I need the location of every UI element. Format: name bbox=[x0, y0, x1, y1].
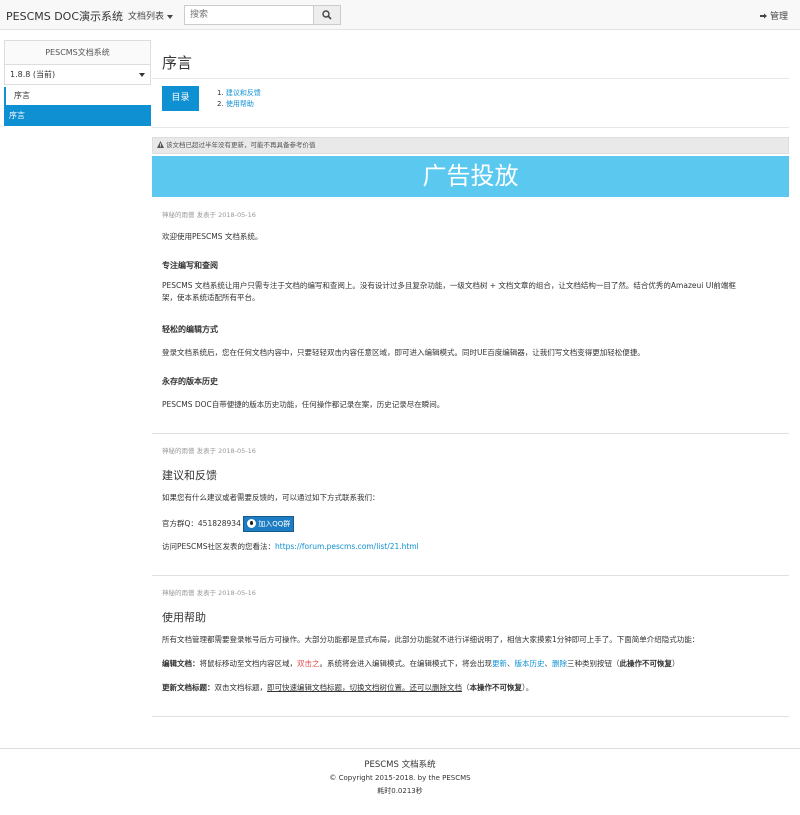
doc-list-label: 文档列表 bbox=[128, 12, 165, 22]
divider bbox=[152, 127, 789, 128]
qq-icon bbox=[247, 519, 257, 528]
ad-banner[interactable]: 广告投放 bbox=[152, 156, 789, 197]
warning-text: 该文档已超过半年没有更新，可能不再具备参考价值 bbox=[166, 141, 316, 149]
article-meta: 神秘的雨僧 发表于 2018-05-16 bbox=[162, 447, 256, 455]
paragraph: 所有文档管理都需要登录帐号后方可操作。大部分功能都是显式布局，此部分功能就不进行… bbox=[162, 635, 700, 644]
paragraph: PESCMS DOC自带便捷的版本历史功能，任何操作都记录在案，历史记录尽在瞬间… bbox=[162, 400, 445, 409]
top-navbar: PESCMS DOC演示系统 文档列表 管理 bbox=[0, 0, 800, 30]
version-value: 1.8.8 (当前) bbox=[10, 70, 56, 79]
qq-group-line: 官方群Q：451828934 加入QQ群 bbox=[162, 516, 295, 532]
search-button[interactable] bbox=[313, 5, 341, 25]
section-divider bbox=[152, 716, 789, 717]
toc-link-feedback[interactable]: 建议和反馈 bbox=[226, 89, 261, 97]
footer-timing: 耗时0.0213秒 bbox=[377, 787, 423, 795]
warning-icon bbox=[157, 141, 164, 148]
paragraph: 如果您有什么建议或者需要反馈的，可以通过如下方式联系我们： bbox=[162, 493, 380, 502]
page-title: 序言 bbox=[162, 54, 193, 72]
sidebar-item-tree-preface[interactable]: 序言 bbox=[4, 87, 151, 105]
subheading: 专注编写和查阅 bbox=[162, 261, 218, 270]
outdated-warning: 该文档已超过半年没有更新，可能不再具备参考价值 bbox=[152, 137, 789, 154]
divider bbox=[152, 78, 789, 79]
footer-copyright: © Copyright 2015-2018. by the PESCMS bbox=[329, 774, 471, 782]
admin-label: 管理 bbox=[769, 12, 788, 22]
join-qq-button[interactable]: 加入QQ群 bbox=[243, 516, 295, 532]
admin-link[interactable]: 管理 bbox=[759, 9, 788, 22]
brand-title[interactable]: PESCMS DOC演示系统 bbox=[6, 8, 123, 24]
toc-item: 2. 使用帮助 bbox=[217, 100, 254, 108]
paragraph: PESCMS 文档系统让用户只需专注于文档的编写和查阅上。没有设计过多且复杂功能… bbox=[162, 281, 736, 302]
version-select[interactable]: 1.8.8 (当前) bbox=[4, 65, 151, 85]
search-icon bbox=[322, 10, 332, 20]
caret-down-icon bbox=[139, 73, 145, 77]
edit-title-line: 更新文档标题：双击文档标题，即可快速编辑文档标题，切换文档树位置。还可以删除文档… bbox=[162, 683, 534, 692]
subheading: 永存的版本历史 bbox=[162, 377, 218, 386]
article-meta: 神秘的雨僧 发表于 2018-05-16 bbox=[162, 211, 256, 219]
doc-list-dropdown[interactable]: 文档列表 bbox=[128, 9, 174, 22]
section-title: 使用帮助 bbox=[162, 611, 206, 624]
section-divider bbox=[152, 575, 789, 576]
sidebar-title: PESCMS文档系统 bbox=[4, 40, 151, 65]
paragraph: 访问PESCMS社区发表的您看法：https://forum.pescms.co… bbox=[162, 542, 419, 551]
toc-list: 1. 建议和反馈 2. 使用帮助 bbox=[217, 88, 261, 110]
toc-button[interactable]: 目录 bbox=[162, 86, 199, 111]
toc-item: 1. 建议和反馈 bbox=[217, 89, 261, 97]
toc-link-help[interactable]: 使用帮助 bbox=[226, 100, 254, 108]
paragraph: 登录文档系统后，您在任何文档内容中，只要轻轻双击内容任意区域，即可进入编辑模式。… bbox=[162, 348, 645, 357]
subheading: 轻松的编辑方式 bbox=[162, 325, 218, 334]
edit-doc-line: 编辑文档：将鼠标移动至文档内容区域，双击之。系统将会进入编辑模式。在编辑模式下，… bbox=[162, 659, 680, 668]
section-title: 建议和反馈 bbox=[162, 469, 217, 482]
intro-text: 欢迎使用PESCMS 文档系统。 bbox=[162, 232, 263, 241]
sidebar: PESCMS文档系统 1.8.8 (当前) 序言 序言 bbox=[4, 40, 151, 126]
sign-in-icon bbox=[759, 13, 767, 19]
sidebar-item-preface-active[interactable]: 序言 bbox=[4, 105, 151, 126]
qq-group-label: 官方群Q：451828934 bbox=[162, 519, 241, 528]
footer: PESCMS 文档系统 © Copyright 2015-2018. by th… bbox=[0, 748, 800, 815]
caret-down-icon bbox=[167, 14, 174, 19]
forum-link[interactable]: https://forum.pescms.com/list/21.html bbox=[275, 542, 419, 551]
footer-name: PESCMS 文档系统 bbox=[364, 760, 436, 770]
section-divider bbox=[152, 433, 789, 434]
search-input[interactable] bbox=[184, 5, 314, 25]
article-meta: 神秘的雨僧 发表于 2018-05-16 bbox=[162, 589, 256, 597]
